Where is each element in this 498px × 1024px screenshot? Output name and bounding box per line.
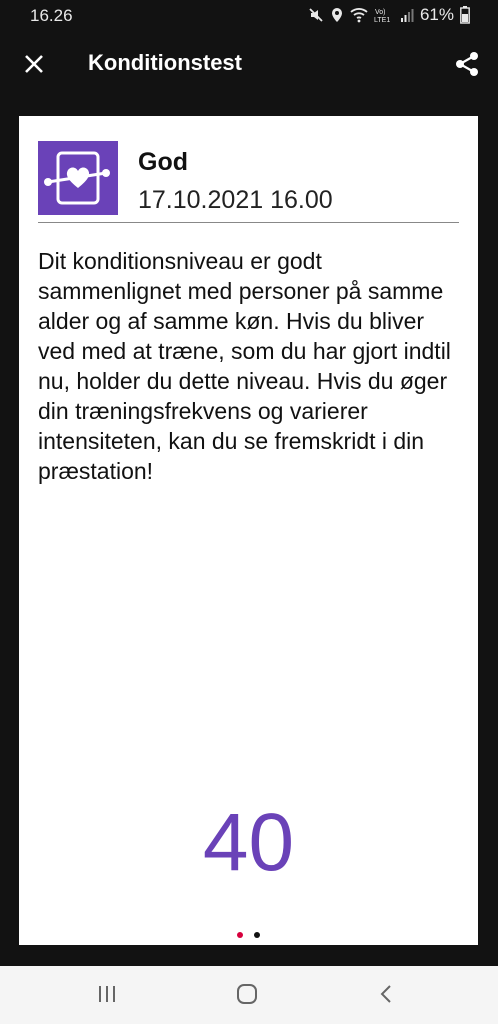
heart-frame-icon <box>44 151 110 205</box>
close-button[interactable] <box>20 50 48 78</box>
status-time: 16.26 <box>30 6 73 25</box>
fitness-score: 40 <box>202 797 295 888</box>
result-label: God <box>138 148 188 176</box>
recents-icon <box>99 986 115 1002</box>
close-icon <box>25 55 43 73</box>
result-card[interactable]: God 17.10.2021 16.00 Dit konditionsnivea… <box>19 116 478 945</box>
divider <box>38 222 459 223</box>
recents-button[interactable] <box>96 983 118 1010</box>
volte-icon: Vo) LTE1 <box>374 7 394 23</box>
result-description: Dit konditionsniveau er godt sammenligne… <box>38 248 451 484</box>
share-icon <box>456 52 478 76</box>
home-icon <box>237 984 257 1004</box>
app-bar: Konditionstest <box>0 30 498 98</box>
home-button[interactable] <box>235 983 259 1010</box>
fitness-test-logo <box>38 141 118 215</box>
wifi-icon <box>350 7 368 23</box>
status-bar: 16.26 Vo) LTE1 61% <box>0 0 498 30</box>
back-icon <box>380 985 391 1003</box>
system-navigation-bar <box>0 966 498 1024</box>
page-dot-active[interactable] <box>237 932 244 938</box>
svg-text:LTE1: LTE1 <box>374 17 390 23</box>
svg-text:Vo): Vo) <box>375 9 386 16</box>
location-icon <box>330 7 344 23</box>
battery-icon <box>460 6 470 24</box>
battery-percentage: 61% <box>419 5 454 24</box>
back-button[interactable] <box>376 983 398 1010</box>
result-date: 17.10.2021 16.00 <box>138 186 333 214</box>
page-title: Konditionstest <box>88 50 242 75</box>
share-button[interactable] <box>452 49 482 79</box>
mute-icon <box>308 7 324 23</box>
status-icons: Vo) LTE1 61% <box>308 5 470 25</box>
signal-icon <box>400 7 414 23</box>
page-dot[interactable] <box>253 932 260 938</box>
page-indicator <box>19 925 478 943</box>
